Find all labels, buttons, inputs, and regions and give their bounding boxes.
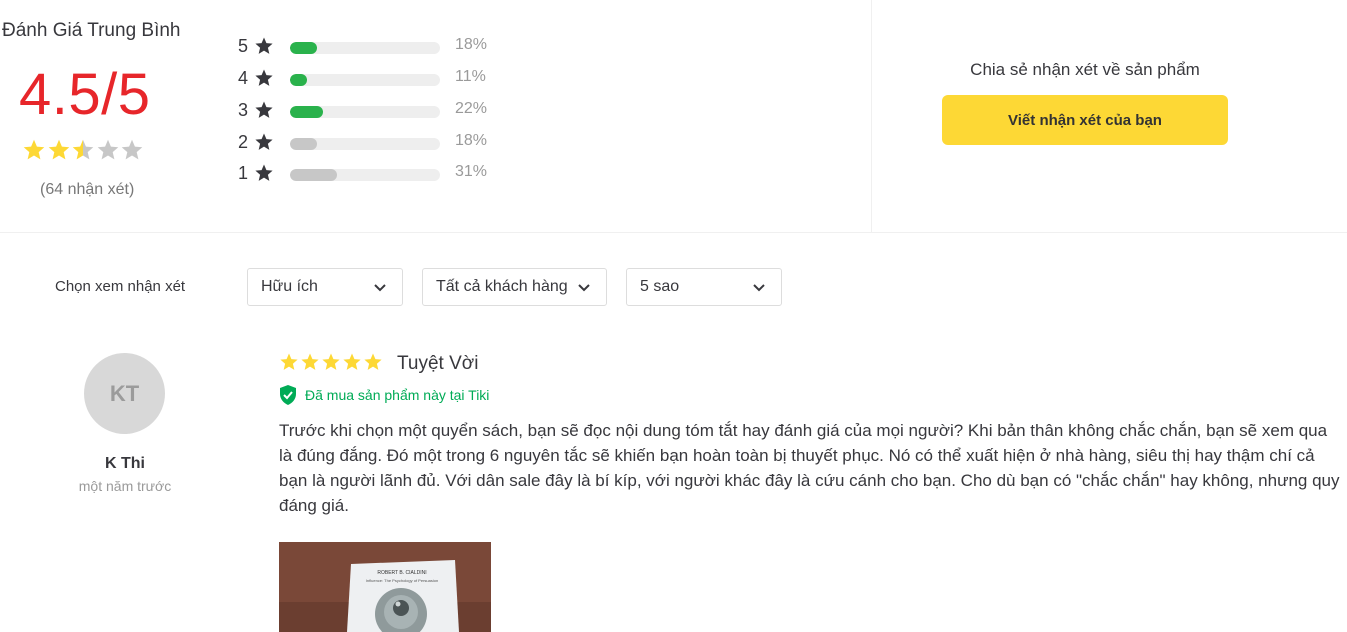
chevron-down-icon (751, 279, 767, 295)
rating-bar-track (290, 74, 440, 86)
rating-row[interactable]: 2 18% (238, 130, 498, 154)
rating-bar-fill (290, 138, 317, 150)
rating-bar-track (290, 106, 440, 118)
verified-purchase-badge: Đã mua sản phẩm này tại Tiki (279, 385, 489, 405)
star-filter-value: 5 sao (640, 278, 680, 295)
review-time: một năm trước (78, 478, 172, 494)
write-review-button[interactable]: Viết nhận xét của bạn (942, 95, 1228, 145)
star-icon (254, 68, 274, 88)
review-title: Tuyệt Vời (397, 353, 479, 374)
chevron-down-icon (576, 279, 592, 295)
rating-bar-track (290, 169, 440, 181)
star-icon (300, 352, 320, 372)
rating-row[interactable]: 3 22% (238, 98, 498, 122)
rating-row[interactable]: 4 11% (238, 66, 498, 90)
star-icon (254, 36, 274, 56)
average-stars (22, 138, 145, 164)
rating-row-stars: 3 (238, 99, 249, 120)
star-icon (254, 132, 274, 152)
vertical-divider (871, 0, 872, 232)
star-icon (47, 138, 71, 162)
star-filter-select[interactable]: 5 sao (626, 268, 782, 306)
filter-label: Chọn xem nhận xét (55, 278, 186, 295)
customer-filter-select[interactable]: Tất cả khách hàng (422, 268, 607, 306)
star-icon (96, 138, 120, 162)
average-rating-title: Đánh Giá Trung Bình (2, 20, 181, 41)
review-body-line: bạn là người lãnh đủ. Với dân sale đây l… (279, 471, 1340, 490)
star-icon (363, 352, 383, 372)
reviewer-name: K Thi (105, 455, 145, 472)
rating-bar-fill (290, 42, 317, 54)
review-body-line: đáng giá. (279, 496, 349, 515)
star-icon (342, 352, 362, 372)
share-review-prompt: Chia sẻ nhận xét về sản phẩm (970, 60, 1200, 79)
rating-row-percent: 22% (455, 100, 488, 117)
avatar: KT (84, 353, 165, 434)
review-body-line: Trước khi chọn một quyển sách, bạn sẽ đọ… (279, 421, 1328, 440)
star-icon (120, 138, 144, 162)
verified-purchase-text: Đã mua sản phẩm này tại Tiki (305, 387, 490, 403)
rating-bar-fill (290, 106, 323, 118)
rating-bar-track (290, 138, 440, 150)
star-icon (71, 138, 95, 162)
rating-row-stars: 2 (238, 131, 249, 152)
book-subtitle-text: Influence: The Psychology of Persuasion (366, 578, 438, 583)
review-body-line: là đúng đắng. Đó một trong 6 nguyên tắc … (279, 446, 1315, 465)
book-photo: ROBERT B. CIALDINI Influence: The Psycho… (279, 542, 491, 632)
review-body: Trước khi chọn một quyển sách, bạn sẽ đọ… (279, 418, 1347, 518)
star-icon (254, 163, 274, 183)
rating-row-percent: 18% (455, 132, 488, 149)
review-photo[interactable]: ROBERT B. CIALDINI Influence: The Psycho… (279, 542, 491, 632)
rating-bar-track (290, 42, 440, 54)
star-icon (254, 100, 274, 120)
star-icon (22, 138, 46, 162)
rating-row[interactable]: 5 18% (238, 34, 498, 58)
rating-row-stars: 5 (238, 35, 249, 56)
rating-bar-fill (290, 169, 337, 181)
book-author-text: ROBERT B. CIALDINI (377, 570, 426, 576)
average-score: 4.5/5 (19, 62, 151, 127)
rating-row-stars: 1 (238, 162, 249, 183)
rating-row-percent: 18% (455, 36, 488, 53)
rating-row[interactable]: 1 31% (238, 161, 498, 185)
customer-filter-value: Tất cả khách hàng (436, 278, 568, 295)
sort-select[interactable]: Hữu ích (247, 268, 403, 306)
chevron-down-icon (372, 279, 388, 295)
rating-row-stars: 4 (238, 67, 249, 88)
sort-select-value: Hữu ích (261, 278, 318, 295)
rating-bar-fill (290, 74, 307, 86)
star-icon (279, 352, 299, 372)
horizontal-divider (0, 232, 1347, 233)
rating-row-percent: 31% (455, 163, 488, 180)
rating-row-percent: 11% (455, 68, 486, 85)
shield-check-icon (279, 385, 297, 405)
star-icon (321, 352, 341, 372)
review-rating-stars (279, 352, 384, 372)
review-count: (64 nhận xét) (40, 181, 135, 198)
